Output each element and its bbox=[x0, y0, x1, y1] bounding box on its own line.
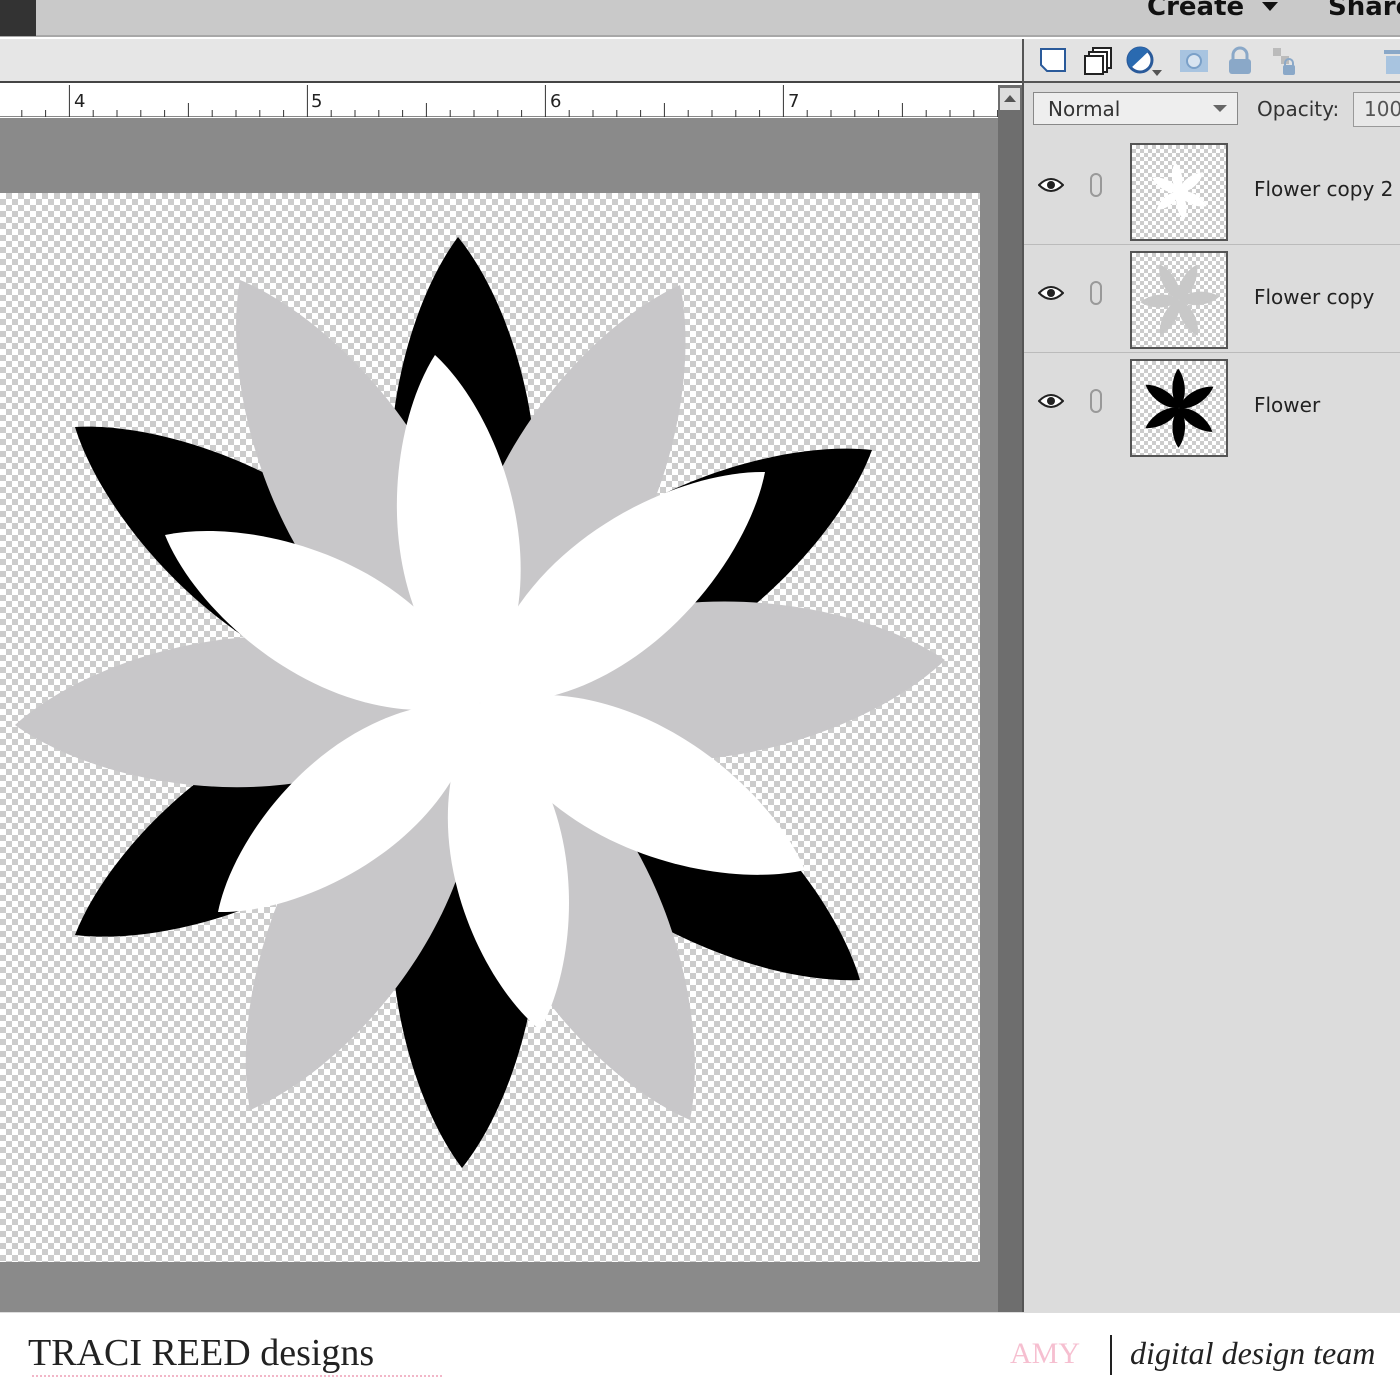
layer-name[interactable]: Flower copy 2 bbox=[1254, 177, 1393, 201]
layer-name[interactable]: Flower bbox=[1254, 393, 1320, 417]
divider bbox=[1110, 1335, 1112, 1375]
blend-mode-value: Normal bbox=[1048, 97, 1121, 121]
delete-layer-icon[interactable] bbox=[1380, 46, 1400, 76]
ruler-label: 4 bbox=[74, 91, 86, 112]
layers-toolbar bbox=[1024, 39, 1400, 83]
eye-icon[interactable] bbox=[1038, 393, 1064, 409]
scroll-up-button[interactable] bbox=[1000, 88, 1020, 110]
brand-logo: TRACI REED designs bbox=[28, 1332, 375, 1374]
eye-icon[interactable] bbox=[1038, 285, 1064, 301]
menu-create[interactable]: Create bbox=[1147, 0, 1244, 22]
link-icon[interactable] bbox=[1090, 281, 1102, 305]
lock-all-icon[interactable] bbox=[1225, 46, 1255, 76]
brand-underline bbox=[32, 1375, 442, 1377]
ruler-label: 7 bbox=[788, 91, 800, 112]
vertical-scrollbar[interactable] bbox=[998, 85, 1022, 1312]
chevron-down-icon bbox=[1213, 105, 1227, 112]
opacity-label: Opacity: bbox=[1257, 97, 1340, 121]
ruler-label: 6 bbox=[550, 91, 562, 112]
team-label: digital design team bbox=[1130, 1335, 1376, 1371]
app-logo bbox=[0, 0, 36, 36]
flower-artwork[interactable] bbox=[0, 193, 980, 1262]
adjustment-layer-icon[interactable] bbox=[1126, 46, 1166, 76]
designer-name: AMY bbox=[1010, 1337, 1081, 1370]
layer-thumbnail bbox=[1130, 251, 1228, 349]
chevron-down-icon[interactable] bbox=[1262, 2, 1278, 11]
layer-row-flower-copy[interactable]: Flower copy bbox=[1024, 245, 1400, 353]
menu-share[interactable]: Share bbox=[1328, 0, 1400, 22]
options-bar bbox=[0, 39, 1022, 83]
layer-row-flower-copy-2[interactable]: Flower copy 2 bbox=[1024, 137, 1400, 245]
footer-banner: TRACI REED designs AMY digital design te… bbox=[0, 1312, 1400, 1400]
ruler-label: 5 bbox=[311, 91, 323, 112]
layer-row-flower[interactable]: Flower bbox=[1024, 353, 1400, 461]
document-canvas[interactable] bbox=[0, 193, 980, 1262]
duplicate-layer-icon[interactable] bbox=[1084, 46, 1114, 76]
eye-icon[interactable] bbox=[1038, 177, 1064, 193]
lock-transparency-icon[interactable] bbox=[1271, 46, 1301, 76]
layer-mask-icon[interactable] bbox=[1179, 46, 1209, 76]
horizontal-ruler: 4 5 6 7 bbox=[0, 85, 998, 117]
arrow-up-icon bbox=[1004, 95, 1016, 102]
blend-mode-dropdown[interactable]: Normal bbox=[1033, 92, 1238, 125]
layer-name[interactable]: Flower copy bbox=[1254, 285, 1374, 309]
layer-thumbnail bbox=[1130, 143, 1228, 241]
opacity-input[interactable]: 100% bbox=[1353, 92, 1400, 127]
link-icon[interactable] bbox=[1090, 173, 1102, 197]
new-layer-icon[interactable] bbox=[1038, 46, 1068, 76]
link-icon[interactable] bbox=[1090, 389, 1102, 413]
layer-thumbnail bbox=[1130, 359, 1228, 457]
